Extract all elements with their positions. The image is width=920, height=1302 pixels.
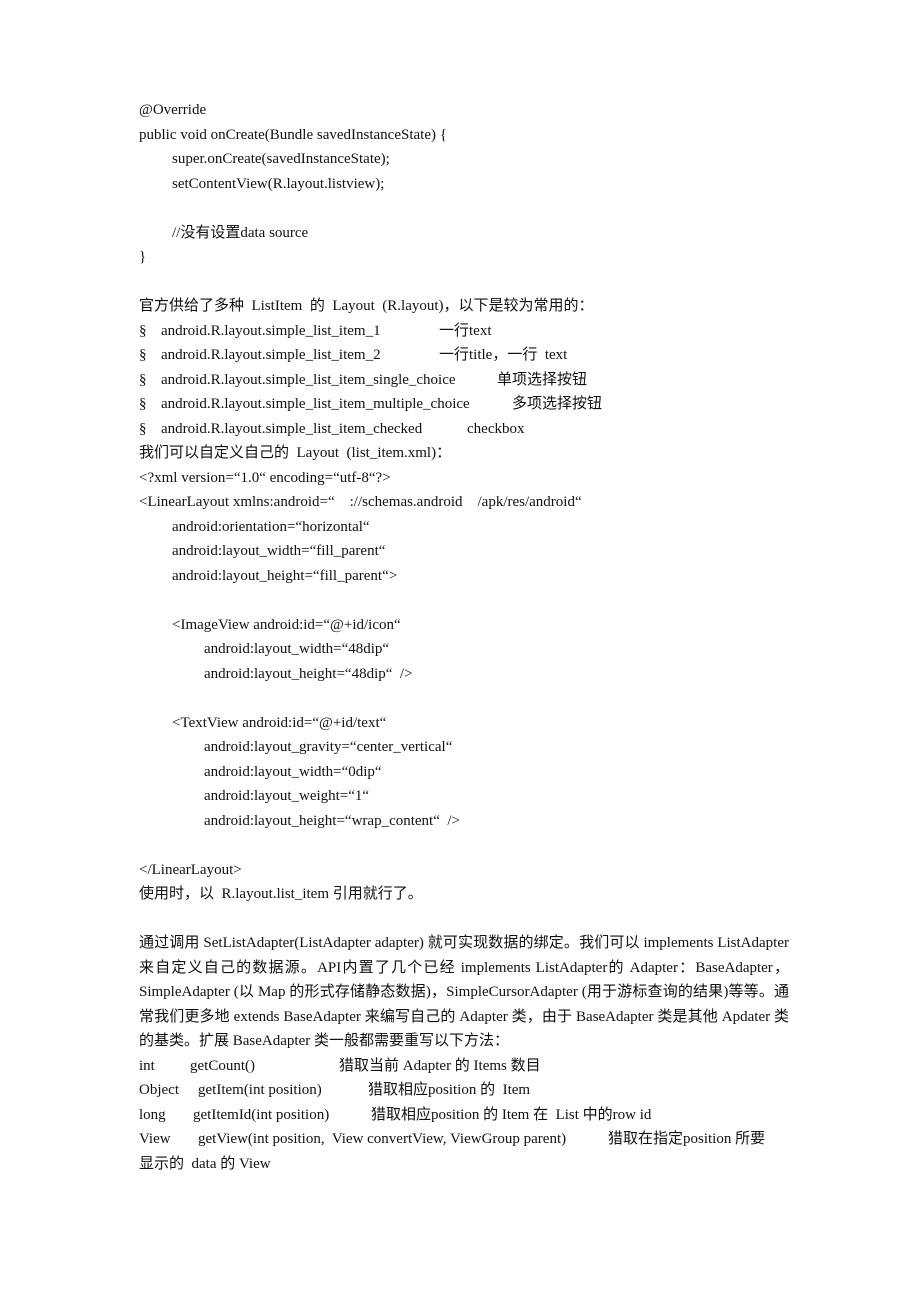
layouts-intro: 官方供给了多种 ListItem 的 Layout (R.layout)，以下是… [139, 298, 594, 314]
code-block-oncreate: @Override public void onCreate(Bundle sa… [139, 98, 789, 270]
method-row: int getCount() 猎取当前 Adapter 的 Items 数目 [139, 1054, 789, 1079]
code-line: super.onCreate(savedInstanceState); [172, 151, 390, 167]
code-line: @Override [139, 102, 207, 118]
layout-code: android.R.layout.simple_list_item_checke… [161, 420, 423, 437]
usage-note: 使用时，以 R.layout.list_item 引用就行了。 [139, 886, 423, 902]
section-bullet-icon: § [139, 371, 147, 388]
xml-line: android:layout_gravity=“center_vertical“ [204, 739, 453, 755]
method-desc: 猎取在指定position 所要 [608, 1131, 766, 1147]
xml-line: android:layout_height=“48dip“ /> [204, 665, 413, 682]
method-signature: getItem(int position) [198, 1082, 322, 1098]
method-signature: getItemId(int position) [193, 1106, 330, 1123]
method-signature: getCount() [190, 1057, 255, 1074]
custom-layout-intro: 我们可以自定义自己的 Layout (list_item.xml)： [139, 445, 452, 461]
code-line: setContentView(R.layout.listview); [172, 175, 385, 192]
method-return-type: View [139, 1131, 171, 1147]
xml-line: <TextView android:id=“@+id/text“ [172, 714, 387, 731]
xml-line: android:layout_height=“wrap_content“ /> [204, 812, 461, 829]
method-return-type: Object [139, 1082, 179, 1098]
xml-line: android:layout_width=“0dip“ [204, 763, 382, 780]
xml-line: android:layout_height=“fill_parent“> [172, 567, 398, 584]
xml-line: </LinearLayout> [139, 861, 242, 878]
xml-code-block: <?xml version=“1.0“ encoding=“utf-8“?> <… [139, 466, 789, 883]
adapter-paragraph: 通过调用 SetListAdapter(ListAdapter adapter)… [139, 935, 789, 1049]
layout-desc: checkbox [467, 420, 525, 437]
method-return-type: long [139, 1106, 166, 1123]
document-page: @Override public void onCreate(Bundle sa… [139, 98, 789, 1176]
code-line: public void onCreate(Bundle savedInstanc… [139, 126, 447, 143]
methods-list: int getCount() 猎取当前 Adapter 的 Items 数目 O… [139, 1054, 789, 1177]
list-item: § android.R.layout.simple_list_item_2 一行… [139, 343, 789, 368]
section-bullet-icon: § [139, 396, 147, 412]
section-bullet-icon: § [139, 347, 147, 363]
method-desc: 猎取相应position 的 Item [368, 1082, 531, 1098]
xml-line: android:layout_weight=“1“ [204, 788, 370, 804]
list-item: § android.R.layout.simple_list_item_1 一行… [139, 319, 789, 344]
layout-code: android.R.layout.simple_list_item_1 [161, 322, 381, 339]
xml-line: <ImageView android:id=“@+id/icon“ [172, 616, 401, 633]
list-item: § android.R.layout.simple_list_item_chec… [139, 417, 789, 442]
xml-line: <?xml version=“1.0“ encoding=“utf-8“?> [139, 469, 391, 486]
xml-line: android:layout_width=“fill_parent“ [172, 543, 386, 559]
code-line: } [139, 249, 147, 265]
list-item: § android.R.layout.simple_list_item_sing… [139, 368, 789, 393]
layout-code: android.R.layout.simple_list_item_2 [161, 347, 381, 363]
code-comment: //没有设置data source [172, 224, 309, 241]
layout-desc: 一行text [439, 322, 492, 339]
layout-code: android.R.layout.simple_list_item_single… [161, 371, 456, 388]
method-desc: 猎取相应position 的 Item 在 List 中的row id [371, 1106, 652, 1123]
methods-tail: 显示的 data 的 View [139, 1155, 271, 1172]
method-row: long getItemId(int position) 猎取相应positio… [139, 1103, 789, 1128]
list-item: § android.R.layout.simple_list_item_mult… [139, 392, 789, 417]
method-row: Object getItem(int position) 猎取相应positio… [139, 1078, 789, 1103]
method-return-type: int [139, 1057, 155, 1074]
layout-desc: 单项选择按钮 [497, 371, 588, 388]
layout-desc: 多项选择按钮 [512, 396, 603, 412]
layout-desc: 一行title，一行 text [439, 347, 568, 363]
method-signature: getView(int position, View convertView, … [198, 1131, 567, 1147]
xml-line: android:layout_width=“48dip“ [204, 641, 390, 657]
section-bullet-icon: § [139, 420, 147, 437]
layout-code: android.R.layout.simple_list_item_multip… [161, 396, 470, 412]
method-desc: 猎取当前 Adapter 的 Items 数目 [339, 1057, 541, 1074]
layout-list: § android.R.layout.simple_list_item_1 一行… [139, 319, 789, 442]
xml-line: android:orientation=“horizontal“ [172, 518, 370, 535]
method-row: View getView(int position, View convertV… [139, 1127, 789, 1152]
xml-line: <LinearLayout xmlns:android=“ ://schemas… [139, 494, 582, 510]
section-bullet-icon: § [139, 322, 147, 339]
